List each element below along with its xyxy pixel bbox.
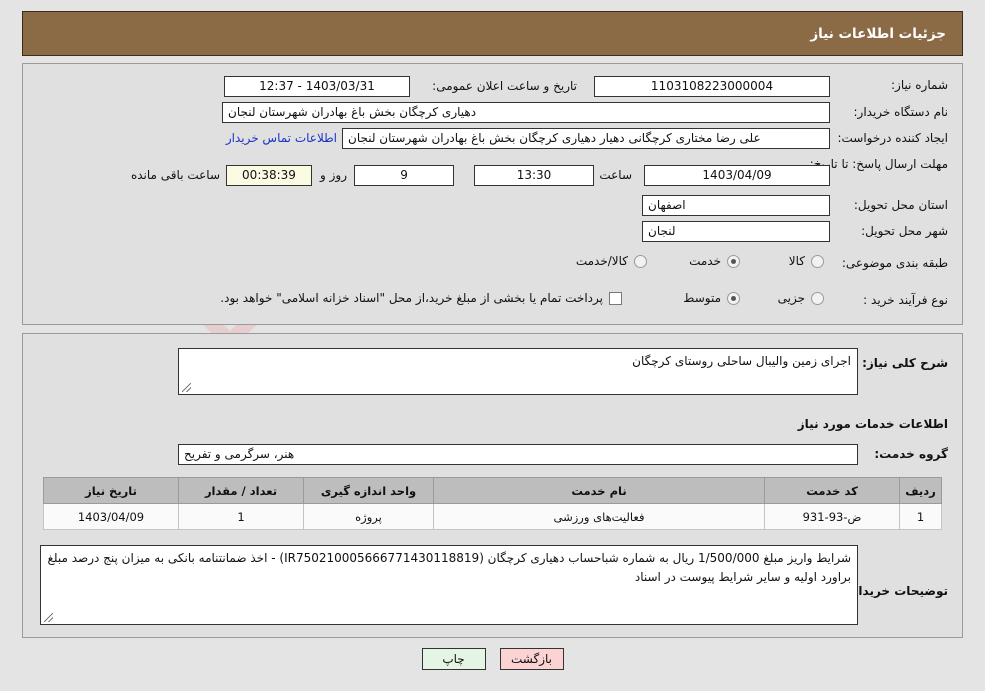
general-desc-label: شرح کلی نیاز: bbox=[862, 356, 948, 370]
need-summary-panel: شماره نیاز: 1103108223000004 تاریخ و ساع… bbox=[22, 63, 963, 325]
deadline-date-value: 1403/04/09 bbox=[644, 165, 830, 186]
window-title-bar: جزئیات اطلاعات نیاز bbox=[22, 11, 963, 56]
deadline-time-value: 13:30 bbox=[474, 165, 594, 186]
buyer-notes-input[interactable]: شرایط واریز مبلغ 1/500/000 ریال به شماره… bbox=[40, 545, 858, 625]
action-button-bar: بازگشت چاپ bbox=[0, 648, 985, 670]
city-label: شهر محل تحویل: bbox=[861, 224, 948, 238]
need-number-label: شماره نیاز: bbox=[891, 78, 948, 92]
buyer-notes-label: توضیحات خریدار: bbox=[846, 584, 948, 598]
category-radio-kala-khedmat[interactable] bbox=[634, 254, 647, 268]
category-option-kala[interactable]: کالا bbox=[789, 254, 824, 268]
service-group-label: گروه خدمت: bbox=[874, 447, 948, 461]
purchase-type-radio-jozei[interactable] bbox=[811, 291, 824, 305]
announce-datetime-value: 1403/03/31 - 12:37 bbox=[224, 76, 410, 97]
column-header-radif: ردیف bbox=[899, 477, 942, 504]
purchase-type-radio-motevaset[interactable] bbox=[727, 291, 740, 305]
announce-datetime-label: تاریخ و ساعت اعلان عمومی: bbox=[432, 79, 577, 93]
cell-name: فعالیت‌های ورزشی bbox=[433, 503, 765, 530]
column-header-name: نام خدمت bbox=[433, 477, 765, 504]
table-row: 1 ض-93-931 فعالیت‌های ورزشی پروژه 1 1403… bbox=[43, 503, 942, 530]
cell-need-date: 1403/04/09 bbox=[43, 503, 179, 530]
purchase-type-option-motevaset[interactable]: متوسط bbox=[683, 291, 740, 305]
buyer-org-value: دهیاری کرچگان بخش باغ بهادران شهرستان لن… bbox=[222, 102, 830, 123]
remaining-hours-label: ساعت باقی مانده bbox=[130, 168, 220, 182]
category-option-kala-khedmat[interactable]: کالا/خدمت bbox=[576, 254, 647, 268]
requester-label: ایجاد کننده درخواست: bbox=[837, 131, 948, 145]
remaining-days-label: روز و bbox=[320, 168, 347, 182]
cell-code: ض-93-931 bbox=[764, 503, 900, 530]
category-radio-khedmat[interactable] bbox=[727, 254, 740, 268]
deadline-time-label: ساعت bbox=[599, 168, 632, 182]
services-info-heading: اطلاعات خدمات مورد نیاز bbox=[797, 417, 948, 431]
cell-radif: 1 bbox=[899, 503, 942, 530]
category-option-khedmat[interactable]: خدمت bbox=[689, 254, 740, 268]
city-value: لنجان bbox=[642, 221, 830, 242]
need-number-row: شماره نیاز: bbox=[838, 78, 948, 92]
remaining-days-value: 9 bbox=[354, 165, 454, 186]
province-label: استان محل تحویل: bbox=[853, 198, 948, 212]
buyer-contact-link[interactable]: اطلاعات تماس خریدار bbox=[226, 131, 337, 145]
cell-quantity: 1 bbox=[178, 503, 304, 530]
column-header-unit: واحد اندازه گیری bbox=[303, 477, 434, 504]
table-header-row: ردیف کد خدمت نام خدمت واحد اندازه گیری ت… bbox=[43, 477, 942, 504]
print-button[interactable]: چاپ bbox=[421, 648, 486, 670]
category-radio-kala[interactable] bbox=[811, 254, 824, 268]
general-desc-input[interactable]: اجرای زمین والیبال ساحلی روستای کرچگان bbox=[178, 348, 858, 395]
service-group-value[interactable]: هنر، سرگرمی و تفریح bbox=[178, 444, 858, 465]
buyer-org-label: نام دستگاه خریدار: bbox=[853, 105, 949, 119]
treasury-bond-label: پرداخت تمام یا بخشی از مبلغ خرید،از محل … bbox=[220, 291, 603, 305]
services-table: ردیف کد خدمت نام خدمت واحد اندازه گیری ت… bbox=[43, 477, 942, 530]
requester-value: علی رضا مختاری کرچگانی دهیار دهیاری کرچگ… bbox=[342, 128, 830, 149]
column-header-quantity: تعداد / مقدار bbox=[178, 477, 304, 504]
treasury-bond-checkbox[interactable] bbox=[609, 291, 622, 305]
page-title: جزئیات اطلاعات نیاز bbox=[810, 25, 946, 42]
countdown-value: 00:38:39 bbox=[226, 165, 312, 186]
category-option-khedmat-label: خدمت bbox=[689, 254, 721, 268]
purchase-type-option-jozei[interactable]: جزیی bbox=[778, 291, 824, 305]
purchase-type-label: نوع فرآیند خرید : bbox=[863, 293, 948, 307]
deadline-label: مهلت ارسال پاسخ: تا تاریخ: bbox=[809, 157, 948, 171]
back-button[interactable]: بازگشت bbox=[499, 648, 564, 670]
category-option-kala-label: کالا bbox=[788, 254, 805, 268]
category-option-kala-khedmat-label: کالا/خدمت bbox=[575, 254, 628, 268]
treasury-bond-checkbox-row[interactable]: پرداخت تمام یا بخشی از مبلغ خرید،از محل … bbox=[220, 291, 622, 305]
purchase-type-option-jozei-label: جزیی bbox=[777, 291, 805, 305]
need-number-value: 1103108223000004 bbox=[594, 76, 830, 97]
column-header-code: کد خدمت bbox=[764, 477, 900, 504]
category-label: طبقه بندی موضوعی: bbox=[841, 256, 948, 270]
purchase-type-option-motevaset-label: متوسط bbox=[683, 291, 721, 305]
page-root: AriaTender.net جزئیات اطلاعات نیاز شماره… bbox=[0, 0, 985, 691]
cell-unit: پروژه bbox=[303, 503, 434, 530]
province-value: اصفهان bbox=[642, 195, 830, 216]
column-header-need-date: تاریخ نیاز bbox=[43, 477, 179, 504]
